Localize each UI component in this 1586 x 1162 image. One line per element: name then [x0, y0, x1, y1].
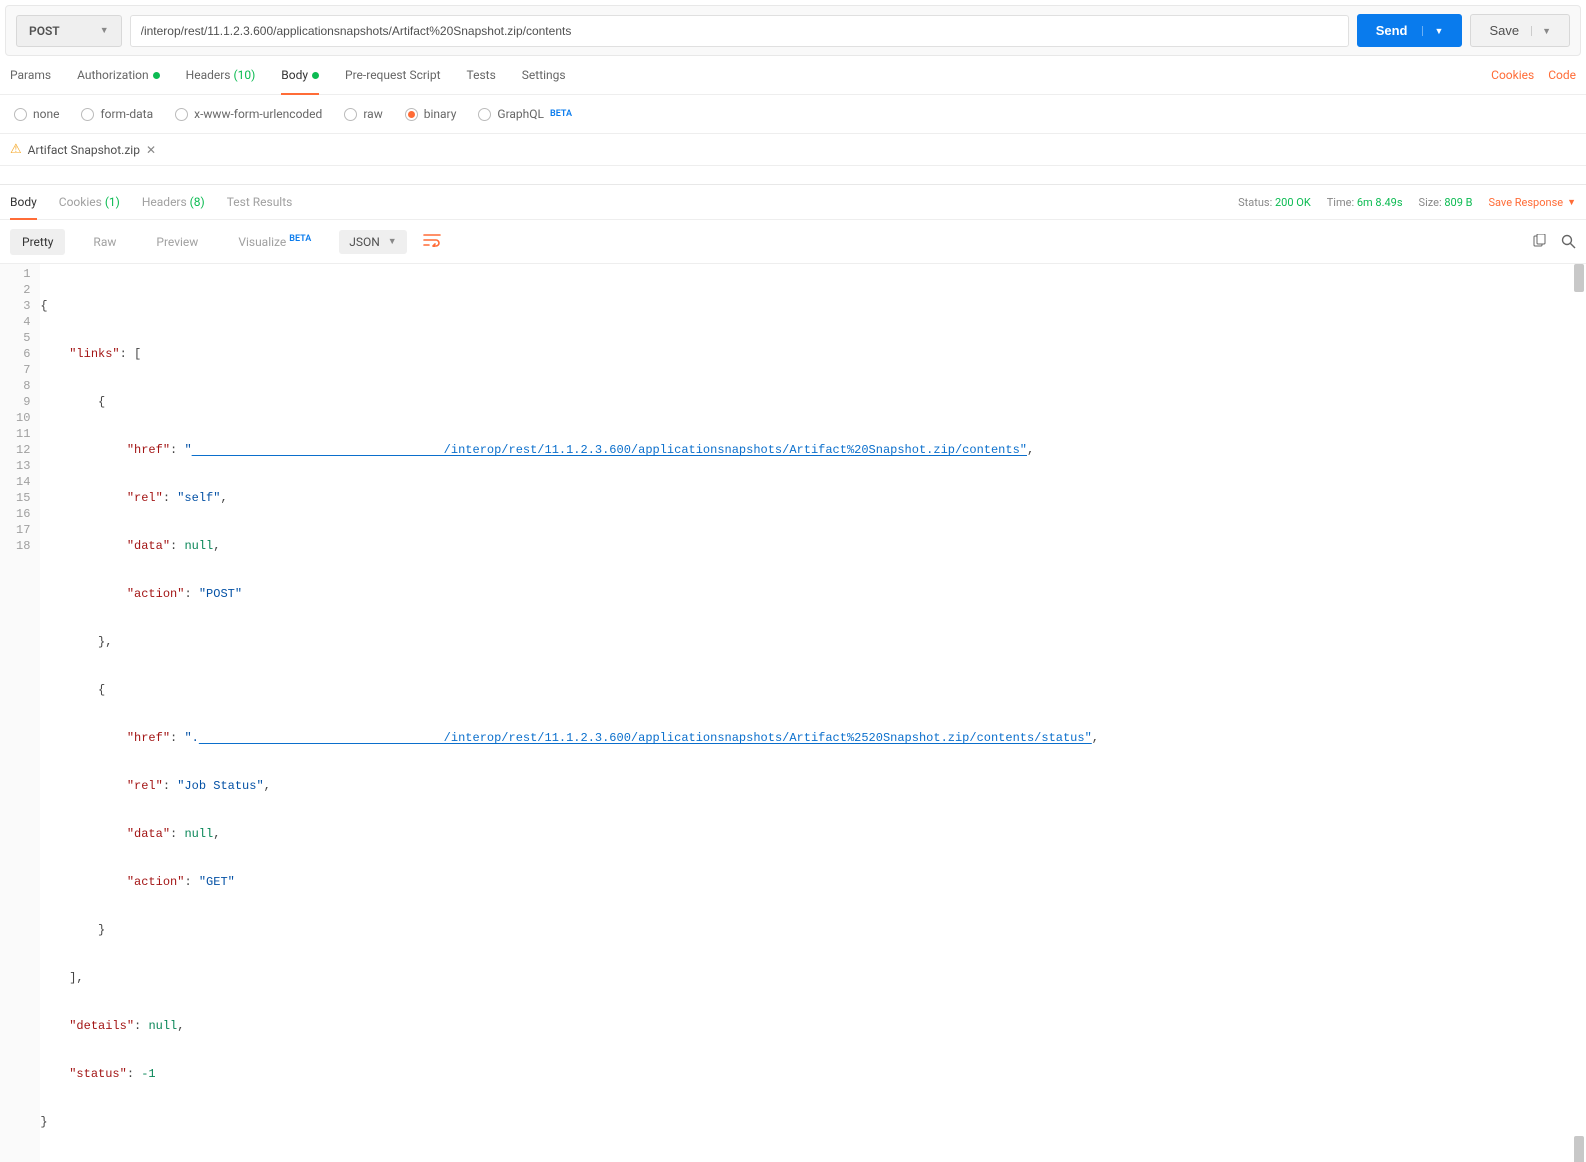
response-body-code[interactable]: 123456789101112131415161718 { "links": […: [0, 264, 1586, 1162]
chevron-down-icon: ▼: [388, 236, 397, 247]
scrollbar-thumb[interactable]: [1574, 1136, 1584, 1162]
size-key: Size:: [1419, 196, 1442, 209]
time-key: Time:: [1327, 196, 1354, 209]
tab-tests[interactable]: Tests: [467, 56, 496, 94]
tab-authorization[interactable]: Authorization: [77, 56, 160, 94]
response-view-row: Pretty Raw Preview Visualize BETA JSON ▼: [0, 220, 1586, 264]
view-preview[interactable]: Preview: [144, 229, 210, 255]
tab-params[interactable]: Params: [10, 56, 51, 94]
chevron-down-icon: ▼: [100, 25, 109, 36]
body-x-www-form[interactable]: x-www-form-urlencoded: [175, 107, 322, 121]
cookies-link[interactable]: Cookies: [1491, 68, 1534, 82]
body-form-data[interactable]: form-data: [81, 107, 153, 121]
body-none[interactable]: none: [14, 107, 59, 121]
radio-icon: [14, 108, 27, 121]
resp-tab-headers[interactable]: Headers (8): [142, 185, 205, 219]
line-gutter: 123456789101112131415161718: [0, 264, 40, 1162]
send-label: Send: [1376, 23, 1408, 38]
response-tabs-left: Body Cookies (1) Headers (8) Test Result…: [10, 185, 292, 219]
request-tabs: Params Authorization Headers (10) Body P…: [0, 56, 1586, 95]
chevron-down-icon: ▼: [1567, 197, 1576, 208]
request-bar: POST ▼ Send ▼ Save ▼: [5, 5, 1581, 56]
response-meta: Status: 200 OK Time: 6m 8.49s Size: 809 …: [1238, 196, 1576, 209]
send-button[interactable]: Send ▼: [1357, 14, 1463, 47]
body-type-options: none form-data x-www-form-urlencoded raw…: [0, 95, 1586, 134]
radio-icon: [81, 108, 94, 121]
radio-icon: [478, 108, 491, 121]
view-left: Pretty Raw Preview Visualize BETA JSON ▼: [10, 228, 441, 255]
view-raw[interactable]: Raw: [81, 229, 128, 255]
save-label: Save: [1489, 23, 1519, 38]
format-label: JSON: [349, 235, 380, 249]
format-select[interactable]: JSON ▼: [339, 230, 406, 254]
save-response-button[interactable]: Save Response ▼: [1489, 196, 1577, 209]
view-pretty[interactable]: Pretty: [10, 229, 65, 255]
view-visualize[interactable]: Visualize BETA: [226, 228, 323, 255]
response-tabs: Body Cookies (1) Headers (8) Test Result…: [0, 184, 1586, 220]
time-value: 6m 8.49s: [1357, 196, 1403, 209]
tab-prerequest[interactable]: Pre-request Script: [345, 56, 440, 94]
wrap-lines-icon[interactable]: [423, 232, 441, 251]
body-raw[interactable]: raw: [344, 107, 382, 121]
status-dot-icon: [153, 72, 160, 79]
close-icon[interactable]: ✕: [146, 143, 156, 157]
copy-icon[interactable]: [1532, 234, 1547, 249]
file-name: Artifact Snapshot.zip: [28, 143, 140, 157]
tab-body[interactable]: Body: [281, 56, 319, 94]
save-button[interactable]: Save ▼: [1470, 14, 1570, 47]
resp-tab-cookies[interactable]: Cookies (1): [59, 185, 120, 219]
radio-icon: [175, 108, 188, 121]
tab-settings[interactable]: Settings: [522, 56, 566, 94]
scrollbar-thumb[interactable]: [1574, 264, 1584, 292]
chevron-down-icon[interactable]: ▼: [1422, 26, 1444, 36]
code-link[interactable]: Code: [1548, 68, 1576, 82]
http-method-select[interactable]: POST ▼: [16, 15, 122, 47]
request-url-input[interactable]: [130, 15, 1349, 47]
body-binary[interactable]: binary: [405, 107, 457, 121]
radio-selected-icon: [405, 108, 418, 121]
view-right: [1532, 234, 1576, 249]
request-tabs-left: Params Authorization Headers (10) Body P…: [10, 56, 566, 94]
status-key: Status:: [1238, 196, 1272, 209]
resp-tab-body[interactable]: Body: [10, 185, 37, 219]
chevron-down-icon[interactable]: ▼: [1531, 26, 1551, 36]
code-lines: { "links": [ { "href": " /interop/rest/1…: [40, 264, 1586, 1162]
file-row: ⚠ Artifact Snapshot.zip ✕: [0, 134, 1586, 166]
radio-icon: [344, 108, 357, 121]
tab-headers[interactable]: Headers (10): [186, 56, 256, 94]
warning-icon: ⚠: [10, 142, 22, 157]
request-tabs-right: Cookies Code: [1491, 68, 1576, 82]
method-label: POST: [29, 24, 60, 38]
resp-tab-test-results[interactable]: Test Results: [227, 185, 293, 219]
body-graphql[interactable]: GraphQLBETA: [478, 107, 572, 121]
search-icon[interactable]: [1561, 234, 1576, 249]
size-value: 809 B: [1444, 196, 1472, 209]
status-value: 200 OK: [1275, 196, 1311, 209]
status-dot-icon: [312, 72, 319, 79]
